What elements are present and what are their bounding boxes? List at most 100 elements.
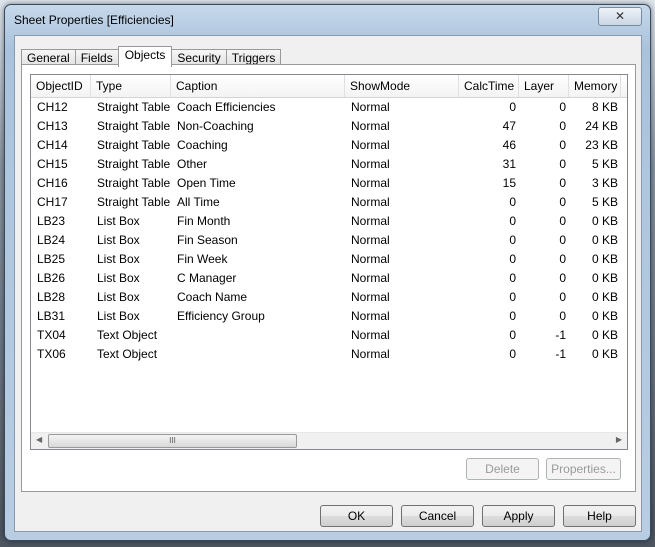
table-row[interactable]: CH13 Straight Table Non-Coaching Normal 47 0 2… (31, 117, 627, 136)
table-cell: 0 (509, 271, 516, 285)
table-cell: List Box (97, 252, 140, 266)
objects-list[interactable]: ObjectID Type Caption ShowMode CalcTime Layer… (30, 74, 628, 450)
tab-objects[interactable]: Objects (117, 46, 173, 67)
scroll-right-icon[interactable]: ▶ (616, 435, 622, 444)
table-cell: 46 (502, 138, 516, 152)
table-cell: Text Object (97, 328, 158, 342)
table-cell: LB31 (37, 309, 66, 323)
ok-button[interactable]: OK (320, 505, 393, 527)
table-cell: 0 (509, 347, 516, 361)
table-cell: CH13 (37, 119, 68, 133)
column-header[interactable]: Type (91, 75, 171, 97)
table-cell: 0 (509, 290, 516, 304)
table-cell: 0 (509, 195, 516, 209)
table-cell: 5 KB (591, 157, 618, 171)
table-cell: -1 (555, 328, 566, 342)
table-cell: 15 (502, 176, 516, 190)
properties-button[interactable]: Properties... (546, 458, 621, 480)
help-button[interactable]: Help (563, 505, 636, 527)
table-cell: LB26 (37, 271, 66, 285)
table-cell: LB23 (37, 214, 66, 228)
table-cell: 0 KB (591, 233, 618, 247)
table-row[interactable]: CH15 Straight Table Other Normal 31 0 5 KB (31, 155, 627, 174)
table-cell: List Box (97, 233, 140, 247)
table-cell: Normal (351, 214, 390, 228)
table-cell: Normal (351, 309, 390, 323)
table-row[interactable]: CH16 Straight Table Open Time Normal 15 0 3 KB (31, 174, 627, 193)
table-cell: 0 KB (591, 309, 618, 323)
column-header[interactable]: Memory (569, 75, 621, 97)
table-cell: 0 KB (591, 271, 618, 285)
table-cell: 0 (559, 271, 566, 285)
table-cell: 47 (502, 119, 516, 133)
table-cell: Normal (351, 328, 390, 342)
table-row[interactable]: TX04 Text Object Normal 0 -1 0 KB (31, 326, 627, 345)
table-cell: 0 (509, 252, 516, 266)
table-cell: Non-Coaching (177, 119, 254, 133)
table-cell: Normal (351, 252, 390, 266)
table-row[interactable]: LB26 List Box C Manager Normal 0 0 0 KB (31, 269, 627, 288)
delete-button[interactable]: Delete (466, 458, 539, 480)
table-cell: CH15 (37, 157, 68, 171)
table-row[interactable]: LB24 List Box Fin Season Normal 0 0 0 KB (31, 231, 627, 250)
table-row[interactable]: CH17 Straight Table All Time Normal 0 0 5 KB (31, 193, 627, 212)
table-row[interactable]: LB28 List Box Coach Name Normal 0 0 0 KB (31, 288, 627, 307)
cancel-button[interactable]: Cancel (401, 505, 474, 527)
table-cell: 31 (502, 157, 516, 171)
table-cell: Straight Table (97, 119, 171, 133)
table-cell: 0 KB (591, 328, 618, 342)
table-cell: Normal (351, 119, 390, 133)
table-cell: TX04 (37, 328, 66, 342)
dialog-title: Sheet Properties [Efficiencies] (14, 13, 174, 27)
table-cell: 0 (559, 214, 566, 228)
table-cell: Efficiency Group (177, 309, 265, 323)
close-x-icon: ✕ (614, 9, 626, 23)
table-cell: 0 (559, 138, 566, 152)
table-cell: Other (177, 157, 208, 171)
table-cell: Coaching (177, 138, 228, 152)
table-cell: LB24 (37, 233, 66, 247)
table-cell: 0 (559, 290, 566, 304)
table-row[interactable]: CH12 Straight Table Coach Efficiencies Norm… (31, 98, 627, 117)
table-cell: Coach Name (177, 290, 248, 304)
column-header[interactable]: ObjectID (31, 75, 91, 97)
table-cell: 0 (509, 100, 516, 114)
apply-button[interactable]: Apply (482, 505, 555, 527)
table-cell: Straight Table (97, 195, 171, 209)
table-row[interactable]: TX06 Text Object Normal 0 -1 0 KB (31, 345, 627, 364)
table-cell: 3 KB (591, 176, 618, 190)
table-cell: Normal (351, 138, 390, 152)
objects-panel: ObjectID Type Caption ShowMode CalcTime Layer… (21, 64, 636, 492)
dialog-client: General Fields Objects Security Triggers… (14, 35, 642, 532)
table-cell (171, 345, 345, 364)
table-cell: 0 (509, 214, 516, 228)
table-cell: TX06 (37, 347, 66, 361)
table-row[interactable]: CH14 Straight Table Coaching Normal 46 0 23 KB (31, 136, 627, 155)
table-cell: 0 KB (591, 347, 618, 361)
table-cell: 0 (559, 195, 566, 209)
table-cell: 23 KB (585, 138, 618, 152)
column-header[interactable]: Layer (519, 75, 569, 97)
table-row[interactable]: LB25 List Box Fin Week Normal 0 0 0 KB (31, 250, 627, 269)
table-cell: 0 (559, 157, 566, 171)
table-cell: LB28 (37, 290, 66, 304)
table-cell: Fin Month (177, 214, 231, 228)
table-cell: CH12 (37, 100, 68, 114)
table-row[interactable]: LB31 List Box Efficiency Group Normal 0 0 0 KB (31, 307, 627, 326)
sheet-properties-dialog: Sheet Properties [Efficiencies] ✕ Genera… (4, 4, 651, 541)
table-cell: 0 (559, 119, 566, 133)
table-cell: Normal (351, 290, 390, 304)
column-header[interactable]: CalcTime (459, 75, 519, 97)
column-header[interactable]: ShowMode (345, 75, 459, 97)
table-cell: 0 (559, 252, 566, 266)
table-row[interactable]: LB23 List Box Fin Month Normal 0 0 0 KB (31, 212, 627, 231)
table-cell: Normal (351, 176, 390, 190)
close-button[interactable]: ✕ (598, 7, 642, 26)
scroll-left-icon[interactable]: ◀ (36, 435, 42, 444)
scroll-thumb[interactable]: III (48, 434, 297, 448)
horizontal-scrollbar[interactable]: ◀ III ▶ (31, 432, 627, 449)
table-cell: 0 (559, 176, 566, 190)
table-cell (171, 326, 345, 345)
table-cell: CH14 (37, 138, 68, 152)
column-header[interactable]: Caption (171, 75, 345, 97)
